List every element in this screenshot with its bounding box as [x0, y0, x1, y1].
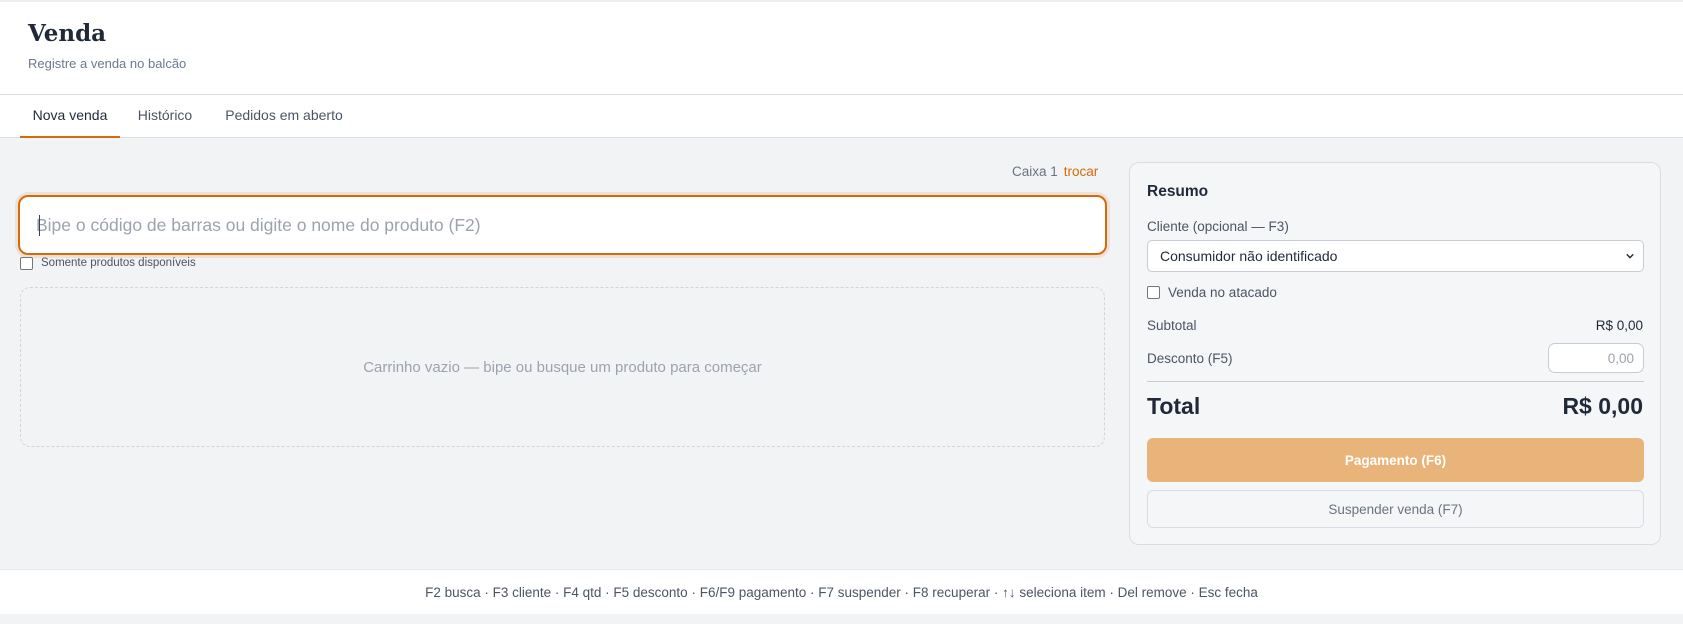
cart-area: Carrinho vazio — bipe ou busque um produ… [20, 287, 1105, 447]
tab-pedidos-em-aberto[interactable]: Pedidos em aberto [216, 95, 352, 138]
tab-nova-venda[interactable]: Nova venda [20, 95, 120, 138]
discount-label: Desconto (F5) [1147, 351, 1233, 366]
product-search-input[interactable] [36, 205, 1086, 245]
discount-input[interactable] [1548, 343, 1644, 373]
summary-title: Resumo [1147, 183, 1209, 200]
bottom-strip [0, 614, 1683, 624]
client-selected-value: Consumidor não identificado [1160, 248, 1338, 264]
text-caret [39, 215, 40, 236]
payment-button[interactable]: Pagamento (F6) [1147, 438, 1644, 482]
shortcut-bar: F2 busca · F3 cliente · F4 qtd · F5 desc… [0, 569, 1683, 614]
client-label: Cliente (opcional — F3) [1147, 219, 1289, 234]
page-subtitle: Registre a venda no balcão [28, 56, 187, 71]
tab-bar: Nova venda Histórico Pedidos em aberto [0, 95, 1683, 138]
summary-divider [1147, 381, 1644, 382]
suspend-sale-button[interactable]: Suspender venda (F7) [1147, 490, 1644, 528]
total-label: Total [1147, 393, 1201, 419]
subtotal-value: R$ 0,00 [1595, 318, 1643, 333]
page-header: Venda Registre a venda no balcão [0, 2, 1683, 95]
total-value: R$ 0,00 [1562, 393, 1643, 419]
summary-panel: Resumo Cliente (opcional — F3) Consumido… [1129, 162, 1661, 545]
register-indicator: Caixa 1 trocar [1012, 164, 1098, 179]
cart-empty-message: Carrinho vazio — bipe ou busque um produ… [363, 358, 762, 376]
register-label: Caixa 1 [1012, 164, 1058, 179]
product-search-box [18, 195, 1107, 255]
client-select[interactable]: Consumidor não identificado [1147, 240, 1644, 272]
swap-register-link[interactable]: trocar [1064, 164, 1099, 179]
available-only-filter[interactable]: Somente produtos disponíveis [20, 256, 196, 270]
page-title: Venda [28, 20, 107, 47]
subtotal-label: Subtotal [1147, 318, 1197, 333]
shortcut-hints: F2 busca · F3 cliente · F4 qtd · F5 desc… [425, 584, 1258, 600]
wholesale-checkbox[interactable] [1147, 286, 1160, 299]
wholesale-label: Venda no atacado [1168, 285, 1277, 300]
available-only-label: Somente produtos disponíveis [41, 257, 196, 269]
available-only-checkbox[interactable] [20, 256, 33, 270]
wholesale-toggle[interactable]: Venda no atacado [1147, 285, 1277, 300]
chevron-down-icon [1626, 253, 1634, 259]
tab-historico[interactable]: Histórico [128, 95, 202, 138]
